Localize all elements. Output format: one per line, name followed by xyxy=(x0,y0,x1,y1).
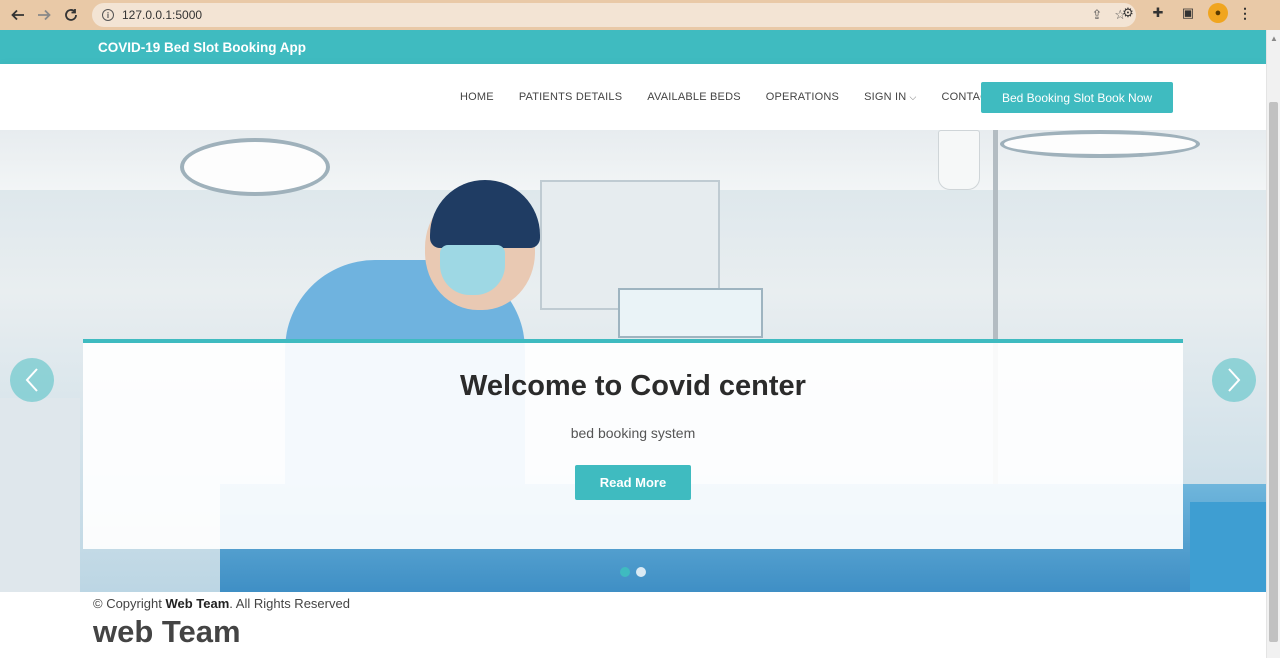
copyright-prefix: © Copyright xyxy=(93,596,166,611)
site-header: HOME PATIENTS DETAILS AVAILABLE BEDS OPE… xyxy=(0,64,1266,130)
address-url[interactable]: 127.0.0.1:5000 xyxy=(122,8,202,22)
nav-patients-details[interactable]: PATIENTS DETAILS xyxy=(519,91,622,103)
chevron-down-icon: ⌵ xyxy=(909,92,917,102)
scroll-up-icon[interactable]: ▲ xyxy=(1270,34,1278,43)
carousel-indicators xyxy=(620,567,646,577)
profile-avatar[interactable]: ● xyxy=(1208,3,1228,23)
hero-carousel: Welcome to Covid center bed booking syst… xyxy=(0,130,1266,592)
address-bar[interactable]: i 127.0.0.1:5000 ⇪ ☆ xyxy=(92,3,1136,27)
browser-menu-icon[interactable]: ⋮ xyxy=(1238,5,1252,22)
book-now-button[interactable]: Bed Booking Slot Book Now xyxy=(981,82,1173,113)
browser-toolbar: i 127.0.0.1:5000 ⇪ ☆ ⚙ ✚ ▣ ● ⋮ xyxy=(0,0,1280,30)
hero-subtitle: bed booking system xyxy=(570,425,696,441)
surgical-lamp-image xyxy=(180,138,330,196)
read-more-button[interactable]: Read More xyxy=(575,465,691,500)
surgical-drape-image xyxy=(1190,502,1266,592)
iv-bag-image xyxy=(938,130,980,190)
nav-sign-in-dropdown[interactable]: SIGN IN ⌵ xyxy=(864,91,916,103)
carousel-dot-1[interactable] xyxy=(620,567,630,577)
copyright-suffix: . All Rights Reserved xyxy=(229,596,350,611)
surgeon-cap-image xyxy=(430,180,540,248)
surgical-lamp-image xyxy=(1000,130,1200,158)
back-icon[interactable] xyxy=(5,2,31,28)
top-bar: COVID-19 Bed Slot Booking App xyxy=(0,30,1266,64)
brand-title[interactable]: COVID-19 Bed Slot Booking App xyxy=(98,40,306,55)
left-equipment-image xyxy=(0,398,80,592)
carousel-prev-button[interactable] xyxy=(10,358,54,402)
nav-operations[interactable]: OPERATIONS xyxy=(766,91,839,103)
hero-title: Welcome to Covid center xyxy=(460,370,806,402)
chevron-right-icon xyxy=(1228,368,1241,392)
hero-caption-box: Welcome to Covid center bed booking syst… xyxy=(83,339,1183,549)
extensions-puzzle-icon[interactable]: ✚ xyxy=(1148,3,1168,23)
nav-available-beds[interactable]: AVAILABLE BEDS xyxy=(647,91,741,103)
carousel-next-button[interactable] xyxy=(1212,358,1256,402)
chevron-left-icon xyxy=(25,368,38,392)
extension-gear-icon[interactable]: ⚙ xyxy=(1118,3,1138,23)
page-scrollbar[interactable]: ▲ xyxy=(1266,30,1280,658)
carousel-dot-2[interactable] xyxy=(636,567,646,577)
share-icon[interactable]: ⇪ xyxy=(1091,7,1102,23)
scroll-thumb[interactable] xyxy=(1269,102,1278,642)
nav-sign-in-label: SIGN IN xyxy=(864,91,907,103)
site-info-icon[interactable]: i xyxy=(102,9,114,21)
main-nav: HOME PATIENTS DETAILS AVAILABLE BEDS OPE… xyxy=(460,91,995,103)
footer-team-name: web Team xyxy=(93,614,241,649)
reload-icon[interactable] xyxy=(58,2,84,28)
medical-monitor-image xyxy=(618,288,763,338)
side-panel-icon[interactable]: ▣ xyxy=(1178,3,1198,23)
copyright-owner: Web Team xyxy=(165,596,230,611)
footer: © Copyright Web Team. All Rights Reserve… xyxy=(0,592,1266,658)
forward-icon[interactable] xyxy=(31,2,57,28)
copyright-text: © Copyright Web Team. All Rights Reserve… xyxy=(93,596,350,611)
nav-home[interactable]: HOME xyxy=(460,91,494,103)
page: COVID-19 Bed Slot Booking App HOME PATIE… xyxy=(0,30,1266,658)
